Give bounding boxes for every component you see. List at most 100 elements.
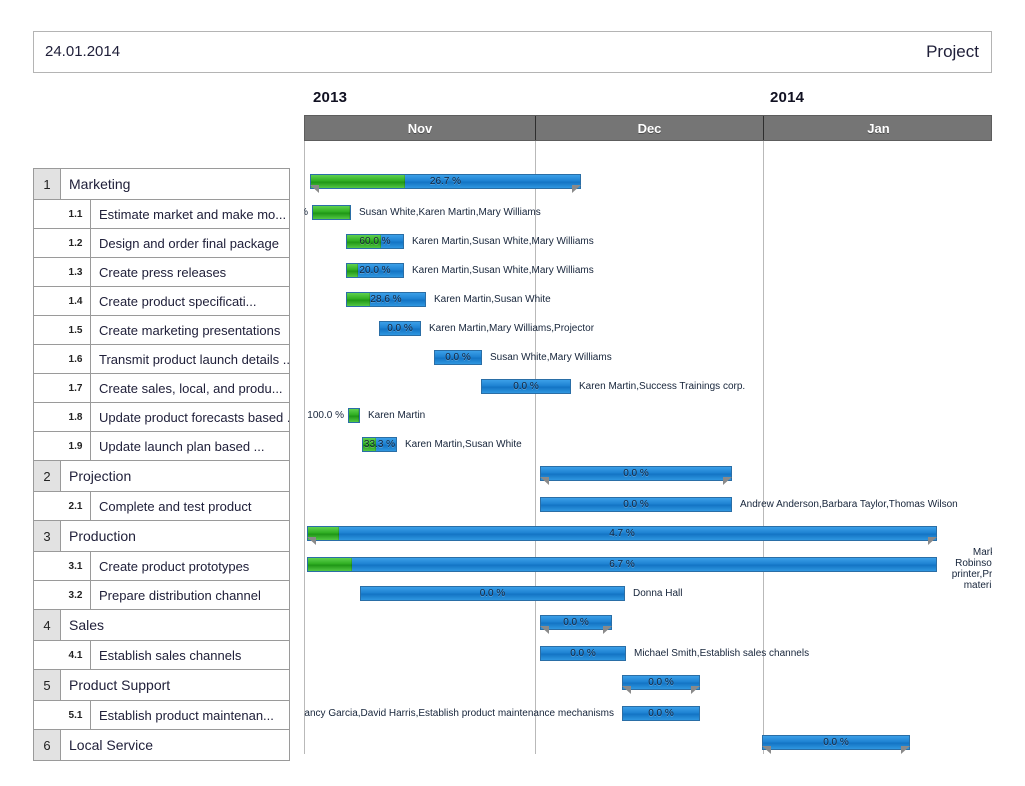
gantt-bar-percent-label: 0.0 %	[479, 588, 506, 599]
task-row[interactable]: 1.2 Design and order final package	[34, 229, 290, 258]
page-title: Project	[926, 42, 979, 61]
gantt-bar-percent-label: 0.0 %	[513, 381, 539, 392]
task-row[interactable]: 1.4 Create product specificati...	[34, 287, 290, 316]
task-row[interactable]: 5.1 Establish product maintenan...	[34, 701, 290, 730]
task-subtask-number: 1.4	[61, 287, 91, 315]
task-name: Product Support	[69, 677, 171, 693]
gantt-summary-bar[interactable]: 4.7 %	[307, 526, 937, 541]
task-row[interactable]: 6 Local Service	[34, 730, 290, 761]
gantt-task-bar[interactable]: 33.3 %	[362, 437, 397, 452]
task-row[interactable]: 2.1 Complete and test product	[34, 492, 290, 521]
gantt-bar-row: 6.7 %Mark Robinson,3D printer,Printing m…	[304, 547, 992, 591]
task-name: Production	[69, 528, 136, 544]
gantt-task-bar[interactable]: 0.0 %	[434, 350, 482, 365]
month-header-dec[interactable]: Dec	[536, 116, 764, 140]
gantt-task-bar[interactable]: 60.0 %	[346, 234, 404, 249]
gantt-task-bar[interactable]: 6.7 %	[307, 557, 937, 572]
gantt-task-bar[interactable]: 0.0 %	[379, 321, 421, 336]
gantt-bar-percent-label: 0.0 %	[445, 352, 471, 363]
gantt-bar-row: 26.7 %	[304, 169, 992, 198]
task-subtask-number: 3.2	[61, 581, 91, 609]
task-name: Create marketing presentations	[99, 322, 281, 338]
gantt-bar-row: 4.7 %	[304, 521, 992, 550]
gantt-resource-label: Susan White,Karen Martin,Mary Williams	[359, 207, 541, 218]
task-group-number	[34, 432, 61, 460]
gantt-task-bar[interactable]: 0.0 %	[540, 497, 732, 512]
task-name: Prepare distribution channel	[99, 587, 261, 603]
gantt-bar-row: 0.0 % Susan White,Mary Williams	[304, 345, 992, 374]
task-row[interactable]: 1 Marketing	[34, 169, 290, 200]
gantt-bar-row: 0.0 % Andrew Anderson,Barbara Taylor,Thom…	[304, 492, 992, 521]
task-name: Create sales, local, and produ...	[99, 380, 283, 396]
task-group-number: 4	[34, 610, 61, 640]
gantt-summary-bar[interactable]: 0.0 %	[540, 615, 612, 630]
gantt-resource-label: Susan White,Mary Williams	[490, 352, 612, 363]
task-row[interactable]: 3.1 Create product prototypes	[34, 552, 290, 581]
gantt-task-bar[interactable]: 20.0 %	[346, 263, 404, 278]
gantt-summary-bar[interactable]: 26.7 %	[310, 174, 581, 189]
month-header-jan[interactable]: Jan	[764, 116, 993, 140]
month-header-nov[interactable]: Nov	[305, 116, 536, 140]
task-group-number: 6	[34, 730, 61, 760]
task-row[interactable]: 1.5 Create marketing presentations	[34, 316, 290, 345]
gantt-task-bar[interactable]: 0.0 %	[481, 379, 571, 394]
gantt-bar-row: 28.6 % Karen Martin,Susan White	[304, 287, 992, 316]
task-row[interactable]: 1.9 Update launch plan based ...	[34, 432, 290, 461]
gantt-summary-bar[interactable]: 0.0 %	[762, 735, 910, 750]
task-row[interactable]: 1.3 Create press releases	[34, 258, 290, 287]
gantt-resource-label: Karen Martin,Susan White,Mary Williams	[412, 265, 594, 276]
gantt-bar-percent-label: 60.0 %	[359, 236, 391, 247]
task-row[interactable]: 1.8 Update product forecasts based ...	[34, 403, 290, 432]
task-list-table: 1 Marketing 1.1 Estimate market and make mo…	[33, 168, 290, 761]
task-subtask-number: 1.9	[61, 432, 91, 460]
task-row[interactable]: 3 Production	[34, 521, 290, 552]
gantt-task-bar[interactable]: 0.0 %	[540, 646, 626, 661]
task-subtask-number: 4.1	[61, 641, 91, 669]
task-group-number: 2	[34, 461, 61, 491]
task-row[interactable]: 4 Sales	[34, 610, 290, 641]
gantt-summary-bar[interactable]: 0.0 %	[622, 675, 700, 690]
gantt-task-bar[interactable]: 28.6 %	[346, 292, 426, 307]
gantt-bar-row: 0.0 % Nancy Garcia,David Harris,Establish…	[304, 701, 992, 730]
gantt-bar-percent-label: 0.0 %	[823, 737, 849, 748]
gantt-bar-row: 100.0 % Susan White,Karen Martin,Mary Wil…	[304, 200, 992, 229]
task-group-number	[34, 345, 61, 373]
task-name: Create product specificati...	[99, 293, 257, 309]
gantt-task-bar[interactable]	[348, 408, 360, 423]
timeline-month-header: Nov Dec Jan	[304, 115, 992, 141]
gantt-resource-label: Karen Martin	[368, 410, 426, 421]
gantt-task-bar[interactable]: 0.0 %	[360, 586, 625, 601]
gantt-resource-label: Karen Martin,Susan White	[405, 439, 522, 450]
gantt-task-bar[interactable]: 0.0 %	[622, 706, 700, 721]
gantt-resource-label: Donna Hall	[633, 588, 683, 599]
gantt-summary-bar[interactable]: 0.0 %	[540, 466, 732, 481]
gantt-bar-percent-label: 0.0 %	[623, 499, 649, 510]
gantt-resource-label: Karen Martin,Susan White	[434, 294, 551, 305]
gantt-task-bar[interactable]	[312, 205, 351, 220]
task-name: Design and order final package	[99, 235, 279, 251]
task-name: Local Service	[69, 737, 154, 753]
task-subtask-number: 1.1	[61, 200, 91, 228]
task-row[interactable]: 4.1 Establish sales channels	[34, 641, 290, 670]
task-name: Estimate market and make mo...	[99, 206, 287, 222]
task-row[interactable]: 1.6 Transmit product launch details ...	[34, 345, 290, 374]
task-row[interactable]: 1.7 Create sales, local, and produ...	[34, 374, 290, 403]
gantt-bar-percent-label: 0.0 %	[387, 323, 413, 334]
task-group-number	[34, 552, 61, 580]
task-subtask-number: 1.8	[61, 403, 91, 431]
task-row[interactable]: 2 Projection	[34, 461, 290, 492]
task-group-number: 5	[34, 670, 61, 700]
task-subtask-number: 2.1	[61, 492, 91, 520]
task-subtask-number: 1.7	[61, 374, 91, 402]
task-row[interactable]: 5 Product Support	[34, 670, 290, 701]
gantt-resource-label: Karen Martin,Susan White,Mary Williams	[412, 236, 594, 247]
task-row[interactable]: 1.1 Estimate market and make mo...	[34, 200, 290, 229]
gantt-progress-fill	[313, 206, 350, 219]
task-row[interactable]: 3.2 Prepare distribution channel	[34, 581, 290, 610]
gantt-resource-label: Andrew Anderson,Barbara Taylor,Thomas Wi…	[740, 499, 958, 510]
year-label-2013: 2013	[313, 89, 348, 106]
task-group-number	[34, 581, 61, 609]
task-subtask-number: 1.5	[61, 316, 91, 344]
task-name: Projection	[69, 468, 132, 484]
task-name: Create press releases	[99, 264, 227, 280]
